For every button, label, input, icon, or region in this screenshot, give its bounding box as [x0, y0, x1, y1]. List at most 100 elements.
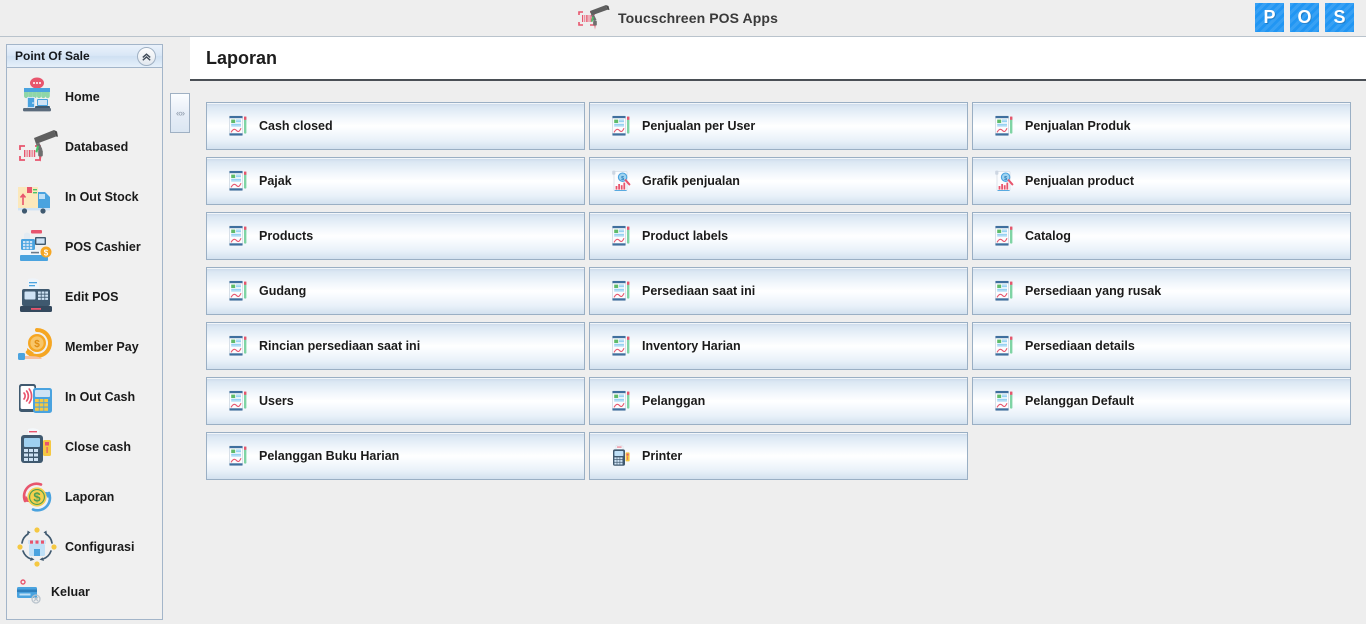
collapse-panel-icon: «»: [175, 108, 185, 118]
report-button[interactable]: Persediaan yang rusak: [972, 267, 1351, 315]
storefront-icon: [15, 75, 59, 119]
report-button[interactable]: Penjualan per User: [589, 102, 968, 150]
sidebar-panel: Point Of Sale Home Databased In Out Stoc…: [6, 44, 163, 620]
report-button[interactable]: Users: [206, 377, 585, 425]
coin-hand-icon: $: [15, 325, 59, 369]
sidebar-item-edit-pos[interactable]: Edit POS: [7, 272, 162, 322]
report-button[interactable]: Pelanggan: [589, 377, 968, 425]
app-titlebar: Toucschreen POS Apps P O S: [0, 0, 1366, 37]
report-button[interactable]: Gudang: [206, 267, 585, 315]
report-button-label: Persediaan yang rusak: [1025, 284, 1162, 298]
sidebar-header: Point Of Sale: [7, 45, 162, 68]
report-document-icon: [227, 279, 249, 303]
svg-text:$: $: [34, 339, 40, 350]
main-content: Laporan Cash closed Penjualan per User Pen…: [190, 37, 1366, 624]
report-button-label: Pelanggan Buku Harian: [259, 449, 400, 463]
report-button-label: Pelanggan: [642, 394, 706, 408]
report-button-label: Users: [259, 394, 294, 408]
shop-settings-icon: [15, 525, 59, 569]
report-button-label: Persediaan saat ini: [642, 284, 756, 298]
report-button-label: Grafik penjualan: [642, 174, 740, 188]
report-button[interactable]: $ Penjualan product: [972, 157, 1351, 205]
sidebar-item-label: Close cash: [65, 440, 132, 454]
report-button[interactable]: Products: [206, 212, 585, 260]
contactless-payment-icon: [15, 375, 59, 419]
sidebar-item-configurasi[interactable]: Configurasi: [7, 522, 162, 572]
sidebar-item-label: Edit POS: [65, 290, 119, 304]
report-button-label: Persediaan details: [1025, 339, 1135, 353]
money-refresh-icon: $: [15, 475, 59, 519]
report-document-icon: [610, 114, 632, 138]
report-document-icon: [610, 224, 632, 248]
pos-badge-o: O: [1290, 3, 1319, 32]
card-terminal-icon: [15, 425, 59, 469]
sidebar-item-in-out-cash[interactable]: In Out Cash: [7, 372, 162, 422]
report-document-icon: [993, 389, 1015, 413]
printer-terminal-icon: [610, 444, 632, 468]
report-button[interactable]: Catalog: [972, 212, 1351, 260]
report-document-icon: [993, 224, 1015, 248]
report-button[interactable]: Cash closed: [206, 102, 585, 150]
report-button[interactable]: Penjualan Produk: [972, 102, 1351, 150]
app-title: Toucschreen POS Apps: [618, 10, 778, 26]
report-button[interactable]: Rincian persediaan saat ini: [206, 322, 585, 370]
double-chevron-up-icon[interactable]: [137, 47, 156, 66]
report-document-icon: [227, 114, 249, 138]
report-button-label: Cash closed: [259, 119, 333, 133]
report-button-label: Products: [259, 229, 314, 243]
svg-text:$: $: [621, 176, 624, 182]
report-button-label: Pajak: [259, 174, 292, 188]
report-button[interactable]: Pelanggan Default: [972, 377, 1351, 425]
barcode-scanner-icon: [576, 3, 610, 33]
report-document-icon: [227, 224, 249, 248]
report-button[interactable]: Persediaan details: [972, 322, 1351, 370]
pos-badge-p: P: [1255, 3, 1284, 32]
pos-logo-badges: P O S: [1255, 3, 1354, 32]
report-button[interactable]: Inventory Harian: [589, 322, 968, 370]
report-button-label: Pelanggan Default: [1025, 394, 1135, 408]
report-document-icon: [227, 169, 249, 193]
sidebar-item-label: In Out Stock: [65, 190, 139, 204]
report-button-label: Penjualan product: [1025, 174, 1135, 188]
sidebar-item-home[interactable]: Home: [7, 72, 162, 122]
report-button[interactable]: Persediaan saat ini: [589, 267, 968, 315]
barcode-scanner-icon: [15, 125, 59, 169]
report-document-icon: [993, 334, 1015, 358]
logout-card-icon: [15, 579, 45, 605]
report-document-icon: [610, 279, 632, 303]
sidebar-collapse-splitter[interactable]: «»: [170, 93, 190, 133]
report-button-label: Printer: [642, 449, 683, 463]
svg-text:$: $: [1004, 176, 1007, 182]
sidebar-item-close-cash[interactable]: Close cash: [7, 422, 162, 472]
sidebar-item-member-pay[interactable]: $ Member Pay: [7, 322, 162, 372]
sidebar-item-label: In Out Cash: [65, 390, 136, 404]
report-button[interactable]: $ Grafik penjualan: [589, 157, 968, 205]
report-document-icon: [227, 444, 249, 468]
sidebar-item-keluar[interactable]: Keluar: [7, 572, 162, 612]
sidebar-item-label: Home: [65, 90, 100, 104]
sidebar-item-label: Keluar: [51, 585, 90, 599]
report-document-icon: [610, 334, 632, 358]
pos-badge-s: S: [1325, 3, 1354, 32]
report-button-label: Gudang: [259, 284, 307, 298]
report-button-label: Rincian persediaan saat ini: [259, 339, 421, 353]
svg-text:$: $: [44, 248, 49, 257]
chart-search-icon: $: [993, 169, 1015, 193]
sidebar-item-laporan[interactable]: $ Laporan: [7, 472, 162, 522]
sidebar-item-in-out-stock[interactable]: In Out Stock: [7, 172, 162, 222]
sidebar-item-label: Configurasi: [65, 540, 135, 554]
report-button[interactable]: Pajak: [206, 157, 585, 205]
sidebar-item-label: POS Cashier: [65, 240, 141, 254]
report-button[interactable]: Printer: [589, 432, 968, 480]
report-button[interactable]: Pelanggan Buku Harian: [206, 432, 585, 480]
chart-search-icon: $: [610, 169, 632, 193]
report-button-label: Catalog: [1025, 229, 1071, 243]
sidebar-item-databased[interactable]: Databased: [7, 122, 162, 172]
pos-terminal-icon: [15, 275, 59, 319]
report-document-icon: [993, 114, 1015, 138]
report-button[interactable]: Product labels: [589, 212, 968, 260]
sidebar-item-label: Laporan: [65, 490, 115, 504]
sidebar-item-pos-cashier[interactable]: $ POS Cashier: [7, 222, 162, 272]
report-button-label: Product labels: [642, 229, 729, 243]
report-document-icon: [227, 334, 249, 358]
